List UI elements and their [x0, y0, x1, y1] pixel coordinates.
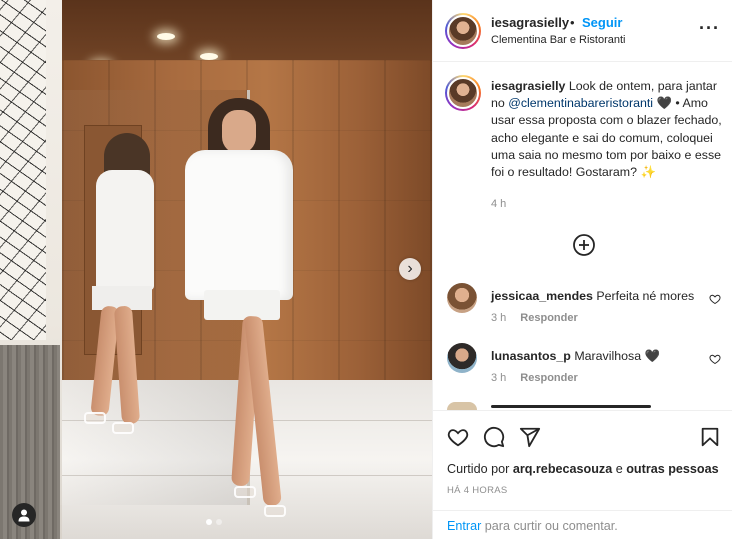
- likes-suffix: e: [612, 462, 627, 476]
- comment-time: 3 h: [491, 372, 507, 384]
- comment-text: jessicaa_mendes Perfeita né mores: [491, 289, 694, 303]
- chevron-right-icon: ›: [407, 260, 413, 277]
- login-suffix: para curtir ou comentar.: [481, 519, 618, 533]
- post-timestamp: HÁ 4 HORAS: [447, 485, 508, 496]
- person-shoe: [264, 505, 286, 517]
- comment-username[interactable]: lunasantos_p: [491, 349, 571, 363]
- ceiling-light: [200, 53, 218, 60]
- heart-icon[interactable]: [447, 426, 469, 448]
- person-shoe: [234, 486, 256, 498]
- comment-body: Maravilhosa 🖤: [570, 349, 660, 363]
- comment-reply-button[interactable]: Responder: [520, 372, 577, 384]
- caption-time: 4 h: [491, 198, 507, 210]
- ceiling-light: [157, 33, 175, 40]
- post-actions: Curtido por arq.rebecasouza e outras pes…: [433, 410, 732, 510]
- likes-summary: Curtido por arq.rebecasouza e outras pes…: [447, 462, 719, 476]
- person-blazer: [185, 150, 293, 300]
- login-text: Entrar para curtir ou comentar.: [447, 519, 618, 533]
- commenter-avatar[interactable]: [447, 343, 477, 373]
- comment-reply-button[interactable]: Responder: [520, 312, 577, 324]
- more-options-icon[interactable]: ···: [699, 19, 720, 37]
- post-details-panel: iesagrasielly • Seguir Clementina Bar e …: [432, 0, 732, 539]
- author-username[interactable]: iesagrasielly: [491, 15, 569, 30]
- author-avatar-image: [447, 15, 479, 47]
- caption-avatar[interactable]: [445, 75, 481, 111]
- partial-commenter-avatar: [447, 402, 477, 410]
- comment-meta: 3 h Responder: [491, 312, 578, 324]
- heart-icon[interactable]: [709, 293, 721, 305]
- reflection-shoe: [112, 422, 134, 434]
- comment-meta: 3 h Responder: [491, 372, 578, 384]
- post-photo[interactable]: ›: [0, 0, 432, 539]
- commenter-avatar[interactable]: [447, 283, 477, 313]
- caption-avatar-image: [447, 77, 479, 109]
- comment-body: Perfeita né mores: [592, 289, 695, 303]
- comment-item: lunasantos_p Maravilhosa 🖤 3 h Responder: [433, 343, 732, 395]
- user-tag-icon: [18, 509, 30, 522]
- login-link[interactable]: Entrar: [447, 519, 481, 533]
- carousel-dot: [216, 519, 222, 525]
- send-icon[interactable]: [519, 426, 541, 448]
- header-separator: •: [570, 15, 575, 30]
- caption-mention[interactable]: @clementinabareristoranti: [508, 96, 653, 110]
- comment-text: lunasantos_p Maravilhosa 🖤: [491, 349, 660, 364]
- comment-time: 3 h: [491, 312, 507, 324]
- comment-icon[interactable]: [483, 426, 505, 448]
- post-location[interactable]: Clementina Bar e Ristoranti: [491, 34, 626, 46]
- partial-comment-text: [491, 402, 713, 410]
- person-face: [222, 110, 256, 154]
- likes-prefix: Curtido por: [447, 462, 513, 476]
- comment-item: jessicaa_mendes Perfeita né mores 3 h Re…: [433, 283, 732, 335]
- abstract-artwork: [0, 0, 46, 340]
- user-tag-button[interactable]: [12, 503, 36, 527]
- bookmark-icon[interactable]: [699, 426, 721, 448]
- likes-user[interactable]: arq.rebecasouza: [513, 462, 612, 476]
- post-caption: iesagrasielly Look de ontem, para jantar…: [491, 78, 723, 181]
- likes-others[interactable]: outras pessoas: [626, 462, 718, 476]
- caption-username[interactable]: iesagrasielly: [491, 79, 565, 93]
- carousel-indicators: [206, 519, 222, 525]
- heart-icon[interactable]: [709, 353, 721, 365]
- carousel-next-button[interactable]: ›: [399, 258, 421, 280]
- comment-username[interactable]: jessicaa_mendes: [491, 289, 593, 303]
- carousel-dot-active: [206, 519, 212, 525]
- reflection-shoe: [84, 412, 106, 424]
- person-skirt: [204, 290, 280, 320]
- post-header: iesagrasielly • Seguir Clementina Bar e …: [433, 0, 732, 62]
- follow-button[interactable]: Seguir: [582, 15, 622, 30]
- reflection-blazer: [96, 170, 154, 290]
- author-avatar[interactable]: [445, 13, 481, 49]
- login-prompt: Entrar para curtir ou comentar.: [433, 510, 732, 539]
- plus-circle-icon[interactable]: [572, 233, 596, 257]
